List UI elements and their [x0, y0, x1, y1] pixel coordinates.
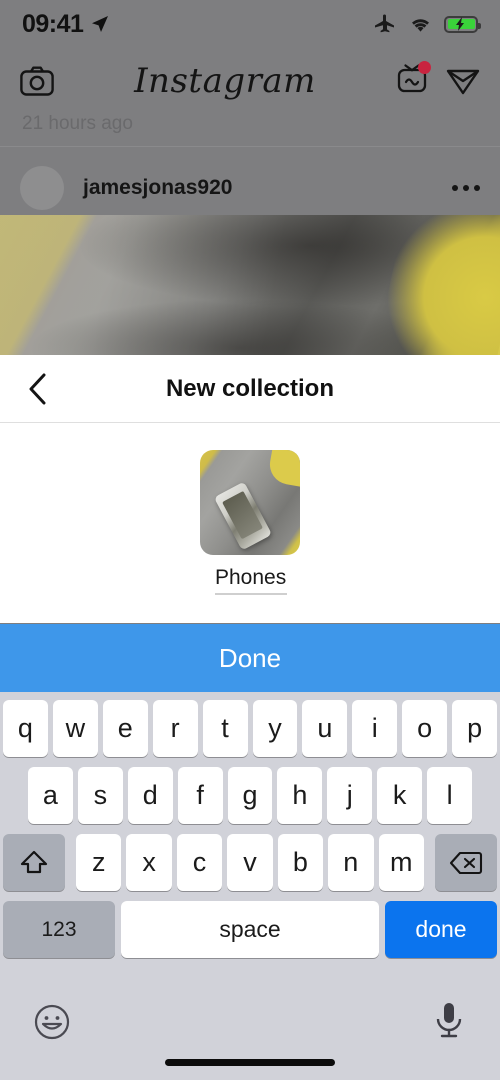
instagram-header: Instagram: [0, 48, 500, 113]
key-k[interactable]: k: [377, 767, 423, 824]
home-indicator[interactable]: [165, 1059, 335, 1066]
location-arrow-icon: [92, 16, 109, 32]
collection-thumbnail: [200, 450, 300, 555]
done-button[interactable]: Done: [0, 624, 500, 692]
status-time: 09:41: [22, 9, 84, 38]
backspace-key[interactable]: [435, 834, 497, 891]
airplane-mode-icon: [375, 14, 394, 33]
post-timestamp: 21 hours ago: [22, 113, 133, 134]
backspace-icon: [449, 851, 483, 874]
key-v[interactable]: v: [227, 834, 273, 891]
key-m[interactable]: m: [378, 834, 424, 891]
direct-message-icon[interactable]: [446, 65, 480, 97]
status-bar: 09:41: [0, 0, 500, 48]
keyboard-row-4: 123 space done: [0, 891, 500, 958]
back-chevron-icon: [29, 373, 46, 405]
status-bar-right: [373, 12, 481, 36]
key-x[interactable]: x: [126, 834, 172, 891]
key-a[interactable]: a: [28, 767, 73, 824]
keyboard-row-2: asdfghjkl: [0, 757, 500, 824]
wifi-icon: [412, 19, 429, 32]
page-title: New collection: [165, 374, 335, 402]
key-u[interactable]: u: [302, 700, 348, 757]
keyboard-row-1: qwertyuiop: [0, 692, 500, 757]
photo-shading: [0, 215, 500, 355]
key-l[interactable]: l: [427, 767, 473, 824]
keyboard-bottom-bar: [0, 992, 500, 1080]
key-i[interactable]: i: [352, 700, 398, 757]
new-collection-sheet: New collection Phones: [0, 355, 500, 623]
emoji-icon: [34, 1004, 70, 1040]
key-t[interactable]: t: [202, 700, 248, 757]
instagram-logo: Instagram: [134, 60, 316, 101]
header-actions: [396, 61, 480, 99]
igtv-notification-badge: [418, 61, 431, 74]
status-bar-left: 09:41: [22, 10, 110, 39]
key-p[interactable]: p: [452, 700, 498, 757]
post-username[interactable]: jamesjonas920: [83, 176, 232, 200]
key-e[interactable]: e: [102, 700, 148, 757]
numbers-key[interactable]: 123: [3, 901, 115, 958]
key-j[interactable]: j: [327, 767, 373, 824]
shift-icon: [20, 850, 48, 873]
key-n[interactable]: n: [328, 834, 374, 891]
done-button-label: Done: [218, 642, 282, 673]
key-z[interactable]: z: [76, 834, 122, 891]
shift-key[interactable]: [3, 834, 65, 891]
battery-fill: [447, 17, 475, 31]
collection-name-value: Phones: [215, 566, 287, 589]
keyboard-row-3-letters: zxcvbnm: [76, 834, 424, 891]
key-y[interactable]: y: [252, 700, 298, 757]
sheet-header: New collection: [0, 355, 500, 423]
emoji-key[interactable]: [32, 1002, 72, 1047]
dictation-key[interactable]: [432, 1000, 466, 1047]
space-key[interactable]: space: [121, 901, 379, 958]
phone-screen: 09:41 Instagram 21 hours ago jamesjonas9…: [0, 0, 500, 1080]
key-f[interactable]: f: [177, 767, 223, 824]
key-b[interactable]: b: [277, 834, 324, 891]
post-header-row: jamesjonas920: [0, 160, 500, 215]
charging-bolt-icon: [456, 17, 464, 31]
camera-icon[interactable]: [20, 66, 54, 96]
keyboard-row-3: zxcvbnm: [0, 824, 500, 891]
key-g[interactable]: g: [227, 767, 273, 824]
key-w[interactable]: w: [52, 700, 98, 757]
key-h[interactable]: h: [277, 767, 323, 824]
divider: [0, 146, 500, 147]
key-q[interactable]: q: [2, 700, 48, 757]
key-s[interactable]: s: [77, 767, 123, 824]
battery-icon: [444, 15, 481, 33]
thumbnail-phone-object: [213, 481, 273, 551]
input-underline: [215, 593, 287, 595]
thumbnail-accent: [266, 450, 300, 487]
feed-post-photo: [0, 215, 500, 355]
keyboard-done-key[interactable]: done: [385, 901, 497, 958]
avatar[interactable]: [20, 165, 64, 210]
igtv-button[interactable]: [396, 61, 431, 99]
key-d[interactable]: d: [127, 767, 173, 824]
microphone-icon: [436, 1003, 462, 1038]
key-r[interactable]: r: [152, 700, 198, 757]
more-options-icon[interactable]: [452, 184, 480, 191]
back-button[interactable]: [12, 355, 64, 423]
collection-name-input[interactable]: Phones: [215, 565, 287, 588]
key-c[interactable]: c: [176, 834, 223, 891]
key-o[interactable]: o: [402, 700, 448, 757]
on-screen-keyboard: qwertyuiop asdfghjkl zxcvbnm 123 space d…: [0, 692, 500, 1080]
